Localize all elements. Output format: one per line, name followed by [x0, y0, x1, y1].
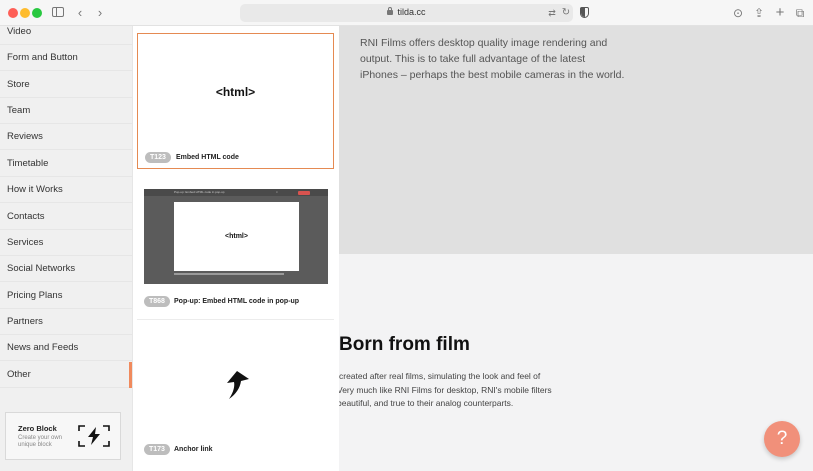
- block-preview-html: <html>: [215, 85, 256, 99]
- popup-block-preview: Pop-up: Embed HTML code in pop-up × <htm…: [144, 189, 328, 284]
- preview-heading: Born from film: [339, 334, 470, 355]
- zero-block-lightning-icon: [78, 425, 110, 447]
- block-category-sidebar: Video Form and Button Store Team Reviews…: [0, 26, 133, 471]
- active-category-indicator: [129, 362, 132, 388]
- category-form-and-button[interactable]: Form and Button: [0, 45, 133, 71]
- address-bar[interactable]: tilda.cc ⇄ ↻: [240, 4, 573, 22]
- category-other[interactable]: Other: [0, 362, 133, 388]
- minimize-window-button[interactable]: [20, 8, 30, 18]
- zero-block-subtitle: Create your own unique block: [18, 435, 63, 448]
- url-text: tilda.cc: [397, 7, 426, 17]
- block-title: Anchor link: [174, 446, 213, 453]
- block-divider: [137, 319, 334, 320]
- popup-preview-window: <html>: [174, 202, 299, 271]
- block-card-t123[interactable]: <html> T123 Embed HTML code: [137, 33, 334, 169]
- popup-preview-html: <html>: [225, 233, 248, 240]
- popup-preview-close-icon: ×: [276, 190, 278, 194]
- preview-intro-text: RNI Films offers desktop quality image r…: [360, 37, 625, 81]
- zero-block-title: Zero Block: [18, 424, 57, 433]
- category-timetable[interactable]: Timetable: [0, 151, 133, 177]
- category-pricing-plans[interactable]: Pricing Plans: [0, 283, 133, 309]
- preview-cover-section: RNI Films offers desktop quality image r…: [339, 26, 813, 254]
- block-id-badge: T123: [145, 152, 171, 163]
- sidebar-toggle-icon[interactable]: [52, 7, 64, 17]
- popup-preview-title: Pop-up: Embed HTML code in pop-up: [174, 190, 225, 194]
- block-id-badge: T868: [144, 296, 170, 307]
- lock-icon: [387, 7, 394, 15]
- category-contacts[interactable]: Contacts: [0, 204, 133, 230]
- preview-body-line: created after real films, simulating the…: [339, 371, 541, 381]
- zoom-window-button[interactable]: [32, 8, 42, 18]
- category-partners[interactable]: Partners: [0, 309, 133, 335]
- page-preview: RNI Films offers desktop quality image r…: [339, 26, 813, 471]
- close-window-button[interactable]: [8, 8, 18, 18]
- anchor-link-arrow-icon: [227, 371, 249, 399]
- new-tab-icon[interactable]: +: [772, 4, 788, 22]
- block-library-panel: <html> T123 Embed HTML code Pop-up: Embe…: [133, 26, 339, 471]
- share-icon[interactable]: ⇪: [751, 4, 767, 22]
- zero-block-card[interactable]: Zero Block Create your own unique block: [5, 412, 121, 460]
- block-title: Embed HTML code: [176, 154, 239, 161]
- category-reviews[interactable]: Reviews: [0, 124, 133, 150]
- category-store[interactable]: Store: [0, 72, 133, 98]
- category-how-it-works[interactable]: How it Works: [0, 177, 133, 203]
- category-team[interactable]: Team: [0, 98, 133, 124]
- popup-preview-footer-line: [174, 273, 284, 275]
- download-icon[interactable]: ⊙: [730, 4, 746, 22]
- category-video[interactable]: Video: [0, 19, 133, 45]
- preview-body-line: beautiful, and true to their analog coun…: [339, 398, 514, 408]
- popup-preview-button: [298, 190, 310, 195]
- tabs-overview-icon[interactable]: ⧉: [792, 4, 808, 22]
- block-title: Pop-up: Embed HTML code in pop-up: [174, 298, 300, 305]
- category-news-and-feeds[interactable]: News and Feeds: [0, 335, 133, 361]
- popup-preview-topbar: Pop-up: Embed HTML code in pop-up ×: [144, 189, 328, 196]
- help-button[interactable]: ?: [764, 421, 800, 457]
- privacy-shield-icon[interactable]: [580, 7, 589, 18]
- preview-body-text: created after real films, simulating the…: [339, 370, 589, 411]
- preview-body-line: Very much like RNI Films for desktop, RN…: [339, 384, 552, 395]
- block-id-badge: T173: [144, 444, 170, 455]
- category-social-networks[interactable]: Social Networks: [0, 256, 133, 282]
- reload-icon[interactable]: ↻: [558, 4, 574, 22]
- category-services[interactable]: Services: [0, 230, 133, 256]
